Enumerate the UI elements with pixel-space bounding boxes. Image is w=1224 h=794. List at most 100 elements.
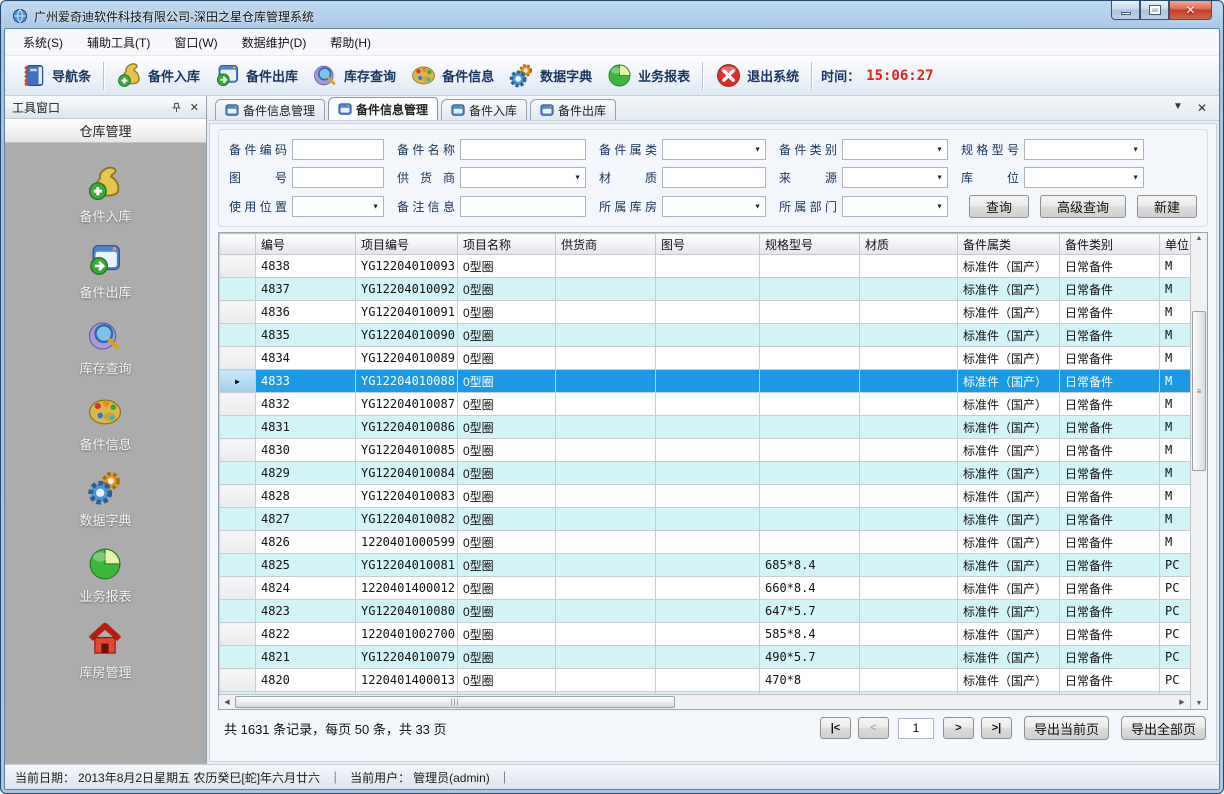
column-header[interactable]: 单位 xyxy=(1160,234,1191,255)
table-row[interactable]: 4834YG122040100890型圈标准件（国产）日常备件M xyxy=(220,347,1191,370)
sidebar-item-warehouse[interactable]: 库房管理 xyxy=(79,621,131,681)
horizontal-scroll-thumb[interactable]: ||| xyxy=(235,696,675,708)
row-selector[interactable] xyxy=(220,462,256,485)
table-row[interactable]: 4825YG122040100810型圈685*8.4标准件（国产）日常备件PC xyxy=(220,554,1191,577)
scroll-right-icon[interactable]: ▶ xyxy=(1174,698,1190,706)
query-button[interactable]: 查询 xyxy=(969,195,1029,218)
vertical-scroll-thumb[interactable]: ≡ xyxy=(1192,311,1206,471)
row-selector[interactable] xyxy=(220,646,256,669)
toolbar-button-stock-query[interactable]: 库存查询 xyxy=(305,59,403,92)
row-selector[interactable] xyxy=(220,416,256,439)
table-row[interactable]: 4837YG122040100920型圈标准件（国产）日常备件M xyxy=(220,278,1191,301)
column-header[interactable]: 材质 xyxy=(860,234,958,255)
horizontal-scrollbar[interactable]: ◀ ||| ▶ xyxy=(219,694,1190,709)
form-combobox[interactable]: ▼ xyxy=(662,139,766,160)
prev-page-button[interactable]: < xyxy=(858,717,889,739)
table-row[interactable]: 4823YG122040100800型圈647*5.7标准件（国产）日常备件PC xyxy=(220,600,1191,623)
table-row[interactable]: 4830YG122040100850型圈标准件（国产）日常备件M xyxy=(220,439,1191,462)
sidebar-item-report[interactable]: 业务报表 xyxy=(79,545,131,605)
scroll-down-icon[interactable]: ▼ xyxy=(1191,700,1207,707)
minimize-button[interactable] xyxy=(1111,1,1140,20)
row-selector[interactable] xyxy=(220,554,256,577)
close-button[interactable]: ✕ xyxy=(1169,1,1212,20)
vertical-scrollbar[interactable]: ▲ ≡ ▼ xyxy=(1190,233,1207,709)
export-all-pages-button[interactable]: 导出全部页 xyxy=(1121,716,1206,740)
column-header[interactable]: 编号 xyxy=(256,234,356,255)
row-selector[interactable] xyxy=(220,324,256,347)
tab-menu-icon[interactable]: ▼ xyxy=(1173,101,1183,115)
row-selector[interactable] xyxy=(220,301,256,324)
table-row[interactable]: 4827YG122040100820型圈标准件（国产）日常备件M xyxy=(220,508,1191,531)
sidebar-item-parts-in[interactable]: 备件入库 xyxy=(79,165,131,225)
form-input[interactable] xyxy=(460,196,586,217)
form-combobox[interactable]: ▼ xyxy=(1024,167,1144,188)
maximize-button[interactable] xyxy=(1140,1,1169,20)
table-row[interactable]: 4831YG122040100860型圈标准件（国产）日常备件M xyxy=(220,416,1191,439)
table-row[interactable]: 4821YG122040100790型圈490*5.7标准件（国产）日常备件PC xyxy=(220,646,1191,669)
scroll-left-icon[interactable]: ◀ xyxy=(219,698,235,706)
sidebar-item-stock-query[interactable]: 库存查询 xyxy=(79,317,131,377)
row-selector[interactable]: ▶ xyxy=(220,370,256,393)
column-header[interactable]: 项目名称 xyxy=(458,234,556,255)
sidebar-item-parts-out[interactable]: 备件出库 xyxy=(79,241,131,301)
form-input[interactable] xyxy=(460,139,586,160)
toolbar-button-data-dict[interactable]: 数据字典 xyxy=(501,59,599,92)
sidebar-close-icon[interactable]: ✕ xyxy=(190,101,199,114)
table-row[interactable]: 4836YG122040100910型圈标准件（国产）日常备件M xyxy=(220,301,1191,324)
page-number-input[interactable] xyxy=(898,718,934,739)
menu-item[interactable]: 系统(S) xyxy=(11,29,75,56)
row-selector[interactable] xyxy=(220,531,256,554)
toolbar-button-report[interactable]: 业务报表 xyxy=(599,59,697,92)
menu-item[interactable]: 帮助(H) xyxy=(318,29,383,56)
row-selector[interactable] xyxy=(220,577,256,600)
menu-item[interactable]: 辅助工具(T) xyxy=(75,29,162,56)
table-row[interactable]: 482012204014000130型圈470*8标准件（国产）日常备件PC xyxy=(220,669,1191,692)
table-row[interactable]: ▶4833YG122040100880型圈标准件（国产）日常备件M xyxy=(220,370,1191,393)
menu-item[interactable]: 窗口(W) xyxy=(162,29,229,56)
table-row[interactable]: 482612204010005990型圈标准件（国产）日常备件M xyxy=(220,531,1191,554)
row-selector[interactable] xyxy=(220,393,256,416)
row-selector[interactable] xyxy=(220,508,256,531)
last-page-button[interactable]: >| xyxy=(981,717,1012,739)
form-input[interactable] xyxy=(662,167,766,188)
tab-active[interactable]: 备件信息管理 xyxy=(328,97,438,120)
form-combobox[interactable]: ▼ xyxy=(460,167,586,188)
row-selector[interactable] xyxy=(220,347,256,370)
toolbar-button-parts-in[interactable]: 备件入库 xyxy=(109,59,207,92)
form-input[interactable] xyxy=(292,167,384,188)
sidebar-group-title[interactable]: 仓库管理 xyxy=(5,119,206,143)
new-button[interactable]: 新建 xyxy=(1137,195,1197,218)
toolbar-button-parts-info[interactable]: 备件信息 xyxy=(403,59,501,92)
row-selector[interactable] xyxy=(220,278,256,301)
next-page-button[interactable]: > xyxy=(943,717,974,739)
tab-item[interactable]: 备件信息管理 xyxy=(215,99,325,120)
column-header[interactable]: 规格型号 xyxy=(760,234,860,255)
form-combobox[interactable]: ▼ xyxy=(1024,139,1144,160)
row-selector[interactable] xyxy=(220,600,256,623)
row-selector[interactable] xyxy=(220,623,256,646)
column-header[interactable]: 图号 xyxy=(656,234,760,255)
tab-item[interactable]: 备件出库 xyxy=(530,99,616,120)
form-combobox[interactable]: ▼ xyxy=(842,167,948,188)
pin-icon[interactable] xyxy=(171,102,182,113)
first-page-button[interactable]: |< xyxy=(820,717,851,739)
row-selector[interactable] xyxy=(220,439,256,462)
table-row[interactable]: 482212204010027000型圈585*8.4标准件（国产）日常备件PC xyxy=(220,623,1191,646)
toolbar-button-navbar-book[interactable]: 导航条 xyxy=(13,59,98,92)
advanced-query-button[interactable]: 高级查询 xyxy=(1040,195,1126,218)
table-row[interactable]: 4832YG122040100870型圈标准件（国产）日常备件M xyxy=(220,393,1191,416)
table-row[interactable]: 482412204014000120型圈660*8.4标准件（国产）日常备件PC xyxy=(220,577,1191,600)
form-combobox[interactable]: ▼ xyxy=(662,196,766,217)
row-selector[interactable] xyxy=(220,485,256,508)
menu-item[interactable]: 数据维护(D) xyxy=(230,29,319,56)
column-header[interactable]: 备件属类 xyxy=(958,234,1060,255)
row-selector[interactable] xyxy=(220,255,256,278)
table-row[interactable]: 4828YG122040100830型圈标准件（国产）日常备件M xyxy=(220,485,1191,508)
sidebar-item-data-dict[interactable]: 数据字典 xyxy=(79,469,131,529)
toolbar-button-parts-out[interactable]: 备件出库 xyxy=(207,59,305,92)
table-row[interactable]: 4829YG122040100840型圈标准件（国产）日常备件M xyxy=(220,462,1191,485)
form-combobox[interactable]: ▼ xyxy=(292,196,384,217)
column-header[interactable]: 项目编号 xyxy=(356,234,458,255)
scroll-up-icon[interactable]: ▲ xyxy=(1191,235,1207,242)
form-input[interactable] xyxy=(292,139,384,160)
